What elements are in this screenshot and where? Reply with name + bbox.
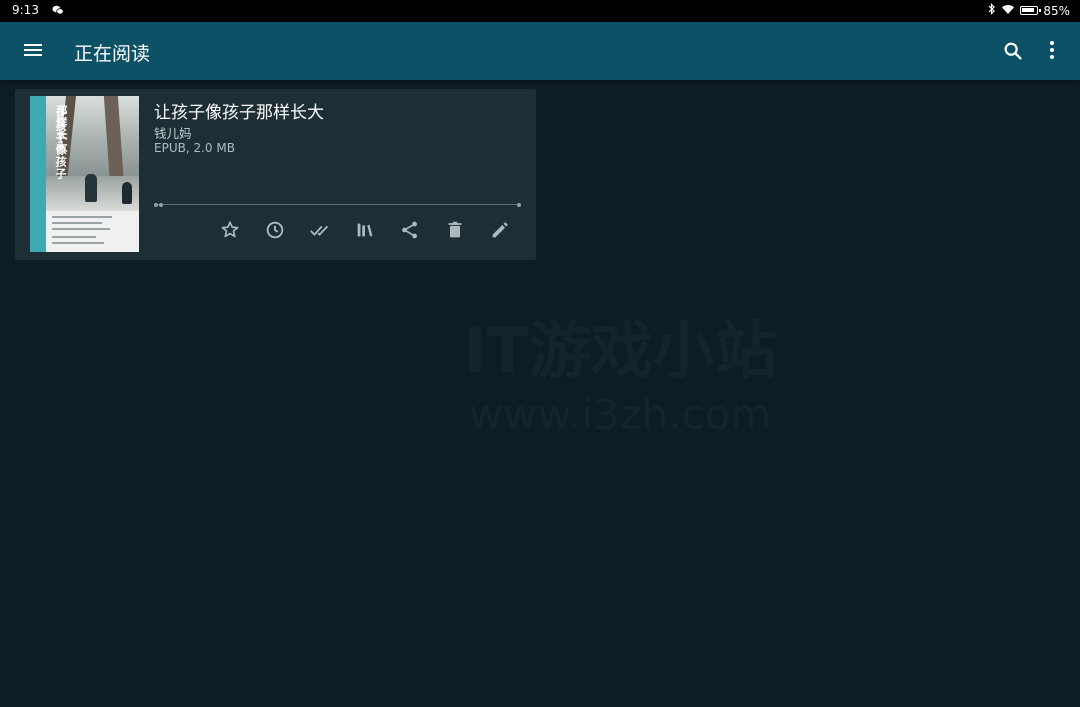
watermark: IT游戏小站 www.i3zh.com [400,300,840,439]
reading-progress-bar [154,203,521,207]
library-icon[interactable] [354,219,378,243]
search-icon[interactable] [1002,40,1024,66]
book-card[interactable]: 那样长大 让孩子像孩子 让孩子像孩子那样长大 钱儿妈 EPUB, 2.0 MB [15,89,536,260]
menu-icon[interactable] [22,41,44,61]
share-icon[interactable] [399,219,423,243]
book-meta: EPUB, 2.0 MB [154,141,235,155]
battery-percent: 85% [1043,3,1070,18]
book-author: 钱儿妈 [154,126,192,141]
history-icon[interactable] [264,219,288,243]
watermark-line1: IT游戏小站 [463,314,777,387]
more-vert-icon[interactable] [1048,39,1056,63]
chat-notification-icon [52,4,64,19]
page-title: 正在阅读 [74,43,151,65]
cover-title-line1: 让孩子像孩子 [54,108,67,180]
wifi-icon [1001,4,1015,18]
done-all-icon[interactable] [309,219,333,243]
status-time: 9:13 [12,3,39,17]
bluetooth-icon [988,3,996,18]
app-bar: 正在阅读 [0,22,1080,80]
status-bar: 9:13 85% [0,0,1080,22]
delete-icon[interactable] [444,219,468,243]
book-cover[interactable]: 那样长大 让孩子像孩子 [30,96,139,252]
star-icon[interactable] [219,219,243,243]
battery-icon [1020,6,1042,15]
edit-icon[interactable] [489,219,513,243]
book-title: 让孩子像孩子那样长大 [154,103,324,123]
status-icons: 85% [988,3,1070,18]
watermark-line2: www.i3zh.com [468,390,772,439]
